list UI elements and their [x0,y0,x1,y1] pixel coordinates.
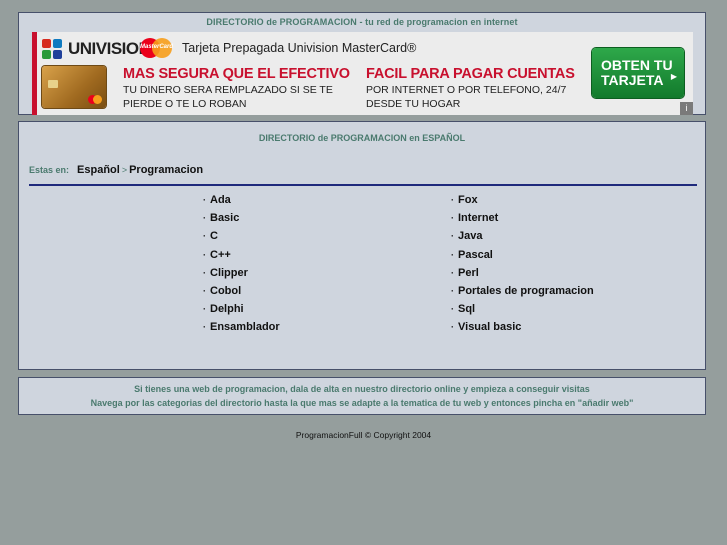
univision-ad-banner[interactable]: UNIVISION MasterCard Tarjeta Prepagada U… [32,32,693,115]
get-card-button[interactable]: OBTEN TU TARJETA ▶ [592,48,684,98]
bullet-icon: · [203,267,206,278]
category-link[interactable]: Java [458,230,482,242]
category-item[interactable]: · Visual basic [451,321,594,339]
category-link[interactable]: Basic [210,212,239,224]
category-link[interactable]: Pascal [458,249,493,261]
directory-title: DIRECTORIO de PROGRAMACION en ESPAÑOL [258,133,466,143]
category-link[interactable]: C++ [210,249,231,261]
card-mastercard-icon [88,95,102,104]
divider [29,184,697,186]
category-link[interactable]: Portales de programacion [458,285,594,297]
ad-column-payments: FACIL PARA PAGAR CUENTAS POR INTERNET O … [366,66,575,110]
category-item[interactable]: · Perl [451,267,594,285]
bullet-icon: · [203,213,206,224]
category-link[interactable]: Internet [458,212,498,224]
category-item[interactable]: · Basic [203,212,280,230]
breadcrumb-link-programacion[interactable]: Programacion [129,164,203,176]
category-item[interactable]: · Internet [451,212,594,230]
category-item[interactable]: · Delphi [203,303,280,321]
chevron-right-icon: ▶ [670,72,677,81]
breadcrumb-link-espanol[interactable]: Español [77,164,120,176]
site-title: DIRECTORIO de PROGRAMACION - tu red de p… [206,17,518,27]
bullet-icon: · [451,267,454,278]
category-link[interactable]: Perl [458,267,479,279]
category-item[interactable]: · Sql [451,303,594,321]
univision-wordmark: UNIVISION [68,39,151,58]
bullet-icon: · [451,249,454,260]
univision-mark-icon [42,39,64,59]
category-list-left: · Ada · Basic · C · C++ · Clipper · Cobol · Del… [203,194,280,340]
category-item[interactable]: · Ensamblador [203,321,280,339]
submit-info-box: Si tienes una web de programacion, dala … [18,377,706,415]
ad-col1-line2: PIERDE O TE LO ROBAN [123,98,247,110]
category-item[interactable]: · C [203,230,280,248]
bullet-icon: · [451,304,454,315]
category-item[interactable]: · Java [451,230,594,248]
bullet-icon: · [451,231,454,242]
directory-box: DIRECTORIO de PROGRAMACION en ESPAÑOL Es… [18,121,706,370]
category-link[interactable]: Delphi [210,303,244,315]
category-item[interactable]: · Pascal [451,249,594,267]
bullet-icon: · [203,231,206,242]
category-link[interactable]: Sql [458,303,475,315]
mastercard-logo-text: MasterCard [140,44,174,50]
bullet-icon: · [451,213,454,224]
bullet-icon: · [203,249,206,260]
bullet-icon: · [203,195,206,205]
ad-headline: Tarjeta Prepagada Univision MasterCard® [182,41,417,55]
ad-col1-headline: MAS SEGURA QUE EL EFECTIVO [123,66,350,82]
ad-col2-line1: POR INTERNET O POR TELEFONO, 24/7 [366,84,567,96]
category-link[interactable]: Clipper [210,267,248,279]
card-chip-icon [48,80,58,88]
mastercard-logo-icon: MasterCard [140,38,174,58]
prepaid-card-image [42,66,106,108]
category-item[interactable]: · Cobol [203,285,280,303]
info-line-1: Si tienes una web de programacion, dala … [134,384,590,394]
breadcrumb-label: Estas en: [29,165,70,175]
bullet-icon: · [451,322,454,333]
breadcrumb: Estas en: Español > Programacion [29,164,203,176]
category-link[interactable]: Visual basic [458,321,521,333]
category-link[interactable]: Ada [210,194,231,206]
category-link[interactable]: Cobol [210,285,241,297]
category-link[interactable]: C [210,230,218,242]
bullet-icon: · [451,195,454,205]
info-line-2: Navega por las categorias del directorio… [90,398,634,408]
category-item[interactable]: · Clipper [203,267,280,285]
copyright-footer: ProgramacionFull © Copyright 2004 [295,430,432,440]
header-box: DIRECTORIO de PROGRAMACION - tu red de p… [18,12,706,115]
category-item[interactable]: · C++ [203,249,280,267]
ad-col1-line1: TU DINERO SERA REMPLAZADO SI SE TE [123,84,333,96]
category-item[interactable]: · Fox [451,194,594,212]
category-link[interactable]: Fox [458,194,478,206]
breadcrumb-separator: > [121,165,128,175]
category-list-right: · Fox · Internet · Java · Pascal · Perl · Port… [451,194,594,340]
category-item[interactable]: · Ada [203,194,280,212]
bullet-icon: · [203,285,206,296]
bullet-icon: · [203,304,206,315]
category-item[interactable]: · Portales de programacion [451,285,594,303]
ad-info-icon[interactable]: i [680,102,693,115]
ad-col2-headline: FACIL PARA PAGAR CUENTAS [366,66,575,82]
bullet-icon: · [451,285,454,296]
ad-column-safety: MAS SEGURA QUE EL EFECTIVO TU DINERO SER… [123,66,350,110]
ad-red-stripe [32,32,37,115]
univision-logo: UNIVISION [42,37,151,61]
bullet-icon: · [203,322,206,333]
ad-col2-line2: DESDE TU HOGAR [366,98,461,110]
category-link[interactable]: Ensamblador [210,321,280,333]
